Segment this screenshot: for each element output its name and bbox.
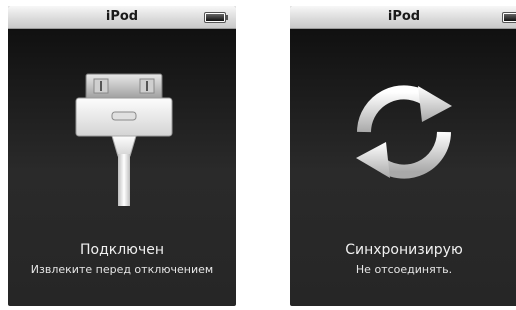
battery-icon — [204, 12, 228, 23]
ipod-screen-connected: iPod Подключен Извлеките перед отключени… — [8, 6, 236, 306]
title-bar: iPod — [290, 6, 516, 29]
screen-title: iPod — [387, 9, 421, 24]
title-bar: iPod — [8, 6, 236, 29]
dock-connector-icon — [75, 73, 173, 206]
status-message: Подключен — [80, 242, 164, 258]
status-submessage: Извлеките перед отключением — [30, 263, 214, 276]
screen-title: iPod — [105, 9, 139, 24]
status-message: Синхронизирую — [345, 242, 463, 258]
sync-arrows-icon — [356, 85, 452, 179]
ipod-screen-syncing: iPod Синхронизирую Не отсоединять. — [290, 6, 516, 306]
status-submessage: Не отсоединять. — [355, 263, 453, 276]
battery-icon — [502, 12, 516, 23]
